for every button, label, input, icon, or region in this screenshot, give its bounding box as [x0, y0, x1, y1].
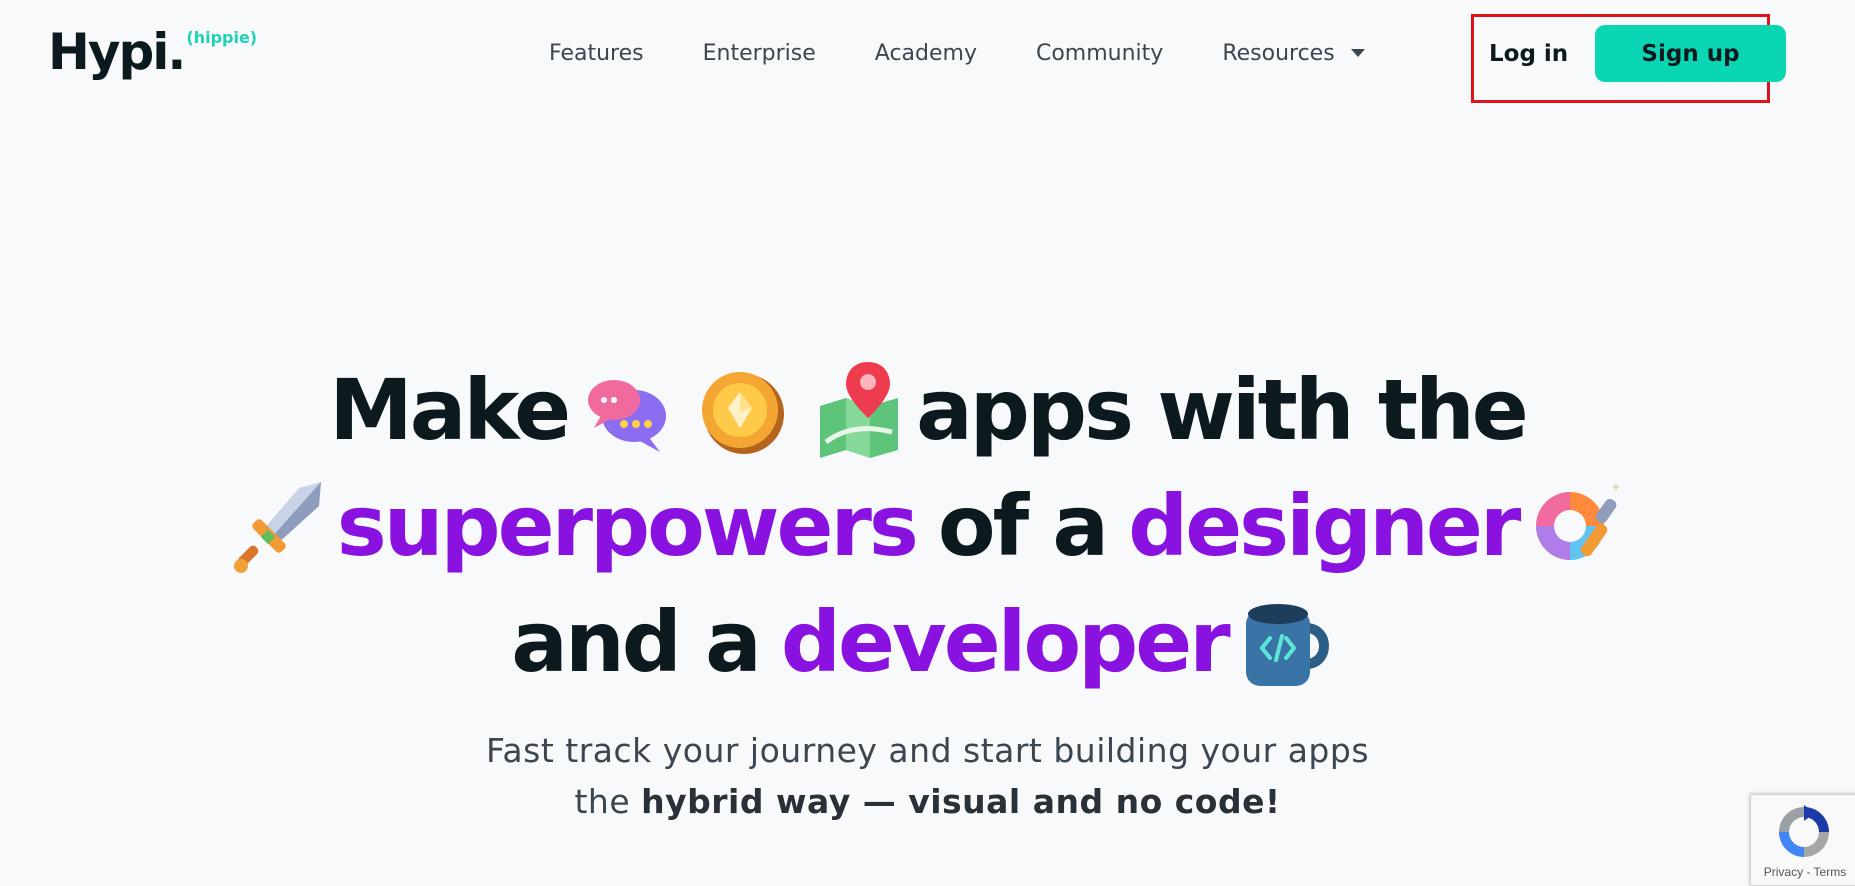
- nav-community[interactable]: Community: [1036, 41, 1163, 66]
- subtitle-line-2: the hybrid way — visual and no code!: [0, 776, 1855, 827]
- hero-line-1: Make apps with the: [0, 352, 1855, 468]
- subtitle-line-1: Fast track your journey and start buildi…: [485, 731, 1370, 770]
- nav-enterprise[interactable]: Enterprise: [703, 41, 816, 66]
- subtitle-pre: the: [574, 782, 631, 821]
- nav-resources[interactable]: Resources: [1222, 40, 1365, 66]
- nav-features-label: Features: [549, 40, 644, 66]
- color-wheel-icon: ✦: [1536, 480, 1622, 560]
- hypi-logo[interactable]: Hypi. (hippie): [48, 22, 257, 82]
- nav-features[interactable]: Features: [549, 41, 644, 66]
- chevron-down-icon: [1350, 49, 1365, 57]
- hero-text-and-a: and a: [511, 593, 762, 691]
- map-pin-icon: [820, 362, 899, 458]
- subtitle-bold: hybrid way — visual and no code!: [641, 782, 1281, 821]
- login-button[interactable]: Log in: [1489, 36, 1568, 72]
- svg-text:✦: ✦: [1610, 480, 1622, 496]
- hero-text-designer: designer: [1128, 477, 1521, 575]
- sword-icon: [233, 482, 321, 573]
- recaptcha-links[interactable]: Privacy - Terms: [1751, 865, 1855, 879]
- recaptcha-badge[interactable]: Privacy - Terms: [1750, 794, 1855, 886]
- nav-academy-label: Academy: [874, 40, 977, 66]
- nav-community-label: Community: [1035, 40, 1164, 66]
- nav-resources-label: Resources: [1222, 40, 1335, 66]
- hero-headline: Make apps with the superpowers of a desi…: [0, 352, 1855, 700]
- hero-line-2: superpowers of a designer ✦: [0, 468, 1855, 584]
- hero-subtitle: Fast track your journey and start buildi…: [0, 725, 1855, 827]
- logo-text: Hypi.: [48, 23, 186, 81]
- logo-sup: (hippie): [186, 28, 258, 47]
- coin-icon: [702, 372, 785, 454]
- hero-text-developer: developer: [780, 593, 1231, 691]
- nav-enterprise-label: Enterprise: [702, 40, 816, 66]
- page: Hypi. (hippie) Features Enterprise Acade…: [0, 0, 1855, 886]
- hero-text-of-a: of a: [937, 477, 1109, 575]
- hero-line-3: and a developer: [0, 584, 1855, 700]
- hero-text-superpowers: superpowers: [336, 477, 919, 575]
- hero-text-make: Make: [329, 361, 571, 459]
- chat-bubbles-icon: [588, 380, 667, 452]
- nav-academy[interactable]: Academy: [875, 41, 977, 66]
- code-mug-icon: [1245, 604, 1329, 686]
- hero-text-apps: apps with the: [916, 361, 1529, 459]
- signup-button[interactable]: Sign up: [1595, 25, 1786, 82]
- main-nav: Features Enterprise Academy Community Re…: [549, 34, 1365, 72]
- recaptcha-icon: [1779, 805, 1829, 857]
